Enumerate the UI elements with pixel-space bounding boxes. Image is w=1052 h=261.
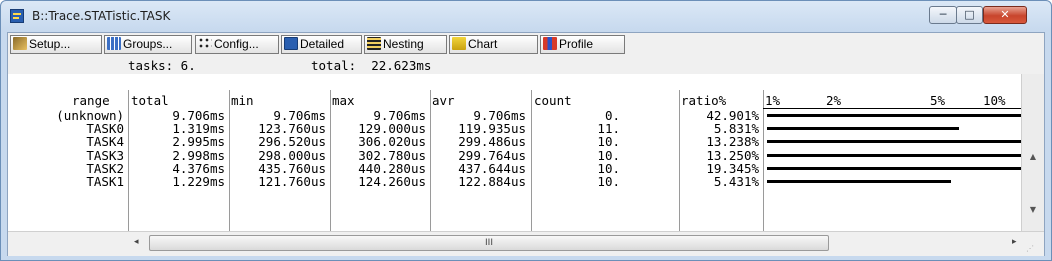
close-icon: ✕: [1000, 8, 1010, 21]
cell-min: 298.000us: [258, 147, 326, 163]
cell-count: 10.: [597, 174, 620, 189]
wrench-icon: [13, 37, 27, 50]
col-avr: avr: [432, 93, 455, 108]
nesting-icon: [367, 37, 381, 50]
groups-label: Groups...: [123, 37, 173, 51]
col-min: min: [231, 93, 254, 108]
ratio-bar: [767, 114, 1021, 117]
horizontal-scrollbar[interactable]: ◂ III ▸: [8, 231, 1044, 256]
minimize-icon: ─: [939, 8, 947, 21]
cell-ratio: 13.238%: [706, 134, 759, 150]
cell-total: 1.229ms: [172, 174, 225, 189]
detailed-button[interactable]: Detailed: [281, 35, 362, 54]
cell-max: 306.020us: [358, 134, 426, 150]
total-time: total: 22.623ms: [311, 58, 432, 73]
scale-1pct: 1%: [765, 93, 781, 108]
window-app-icon: [10, 9, 24, 23]
title-bar[interactable]: B::Trace.STATistic.TASK ─ □ ✕: [1, 1, 1051, 31]
close-button[interactable]: ✕: [983, 6, 1027, 24]
scale-2pct: 2%: [826, 93, 842, 108]
config-button[interactable]: Config...: [195, 35, 279, 54]
cell-max: 302.780us: [358, 147, 426, 163]
scroll-down-icon[interactable]: ▼: [1022, 205, 1044, 221]
profile-button[interactable]: Profile: [540, 35, 625, 54]
cell-count: 10.: [597, 147, 620, 163]
groups-button[interactable]: Groups...: [104, 35, 192, 54]
setup-button[interactable]: Setup...: [10, 35, 102, 54]
statistic-panel: Setup... Groups... Config... Detailed Ne…: [7, 32, 1045, 256]
cell-max: 124.260us: [358, 174, 426, 189]
detailed-label: Detailed: [300, 37, 345, 51]
col-ratio: ratio%: [681, 93, 727, 108]
cell-range: TASK1: [86, 174, 124, 189]
scale-5pct: 5%: [930, 93, 946, 108]
trace-statistic-window: B::Trace.STATistic.TASK ─ □ ✕ Setup... G…: [0, 0, 1052, 261]
cell-ratio: 5.431%: [713, 174, 759, 189]
config-label: Config...: [214, 37, 259, 51]
statistic-table[interactable]: range total min max avr count ratio% 1% …: [8, 74, 1021, 242]
profile-label: Profile: [559, 37, 594, 51]
cell-count: 10.: [597, 134, 620, 150]
col-max: max: [332, 93, 355, 108]
cell-range: TASK3: [86, 147, 124, 163]
vertical-scrollbar[interactable]: ▲ ▼: [1021, 74, 1044, 231]
cell-ratio: 13.250%: [706, 147, 759, 163]
col-range: range: [72, 93, 110, 108]
chart-label: Chart: [468, 37, 498, 51]
col-total: total: [131, 93, 169, 108]
maximize-button[interactable]: □: [956, 6, 983, 24]
summary-line: tasks: 6. total: 22.623ms: [8, 56, 1021, 74]
ratio-bar: [767, 180, 951, 183]
chart-button[interactable]: Chart: [449, 35, 538, 54]
col-divider: [763, 90, 764, 242]
groups-icon: [107, 37, 121, 50]
ratio-bar: [767, 153, 1021, 157]
profile-icon: [543, 37, 557, 50]
ratio-bar: [767, 166, 1021, 170]
cell-min: 121.760us: [258, 174, 326, 189]
minimize-button[interactable]: ─: [929, 6, 957, 24]
ratio-bar: [767, 140, 1021, 144]
chart-icon: [452, 37, 466, 50]
maximize-icon: □: [964, 8, 975, 21]
nesting-label: Nesting: [383, 37, 424, 51]
toolbar: Setup... Groups... Config... Detailed Ne…: [8, 33, 1044, 56]
horizontal-scroll-thumb[interactable]: III: [149, 235, 829, 251]
window-title: B::Trace.STATistic.TASK: [32, 9, 171, 23]
nesting-button[interactable]: Nesting: [364, 35, 447, 54]
cell-total: 2.998ms: [172, 147, 225, 163]
cell-min: 296.520us: [258, 134, 326, 150]
col-count: count: [534, 93, 572, 108]
scroll-left-icon[interactable]: ◂: [134, 237, 139, 247]
ratio-bar: [767, 127, 959, 131]
cell-range: TASK4: [86, 134, 124, 150]
setup-label: Setup...: [29, 37, 71, 51]
tasks-count: tasks: 6.: [128, 58, 196, 73]
resize-grip-icon[interactable]: ⋰: [1026, 244, 1040, 254]
detailed-icon: [284, 37, 298, 50]
scroll-up-icon[interactable]: ▲: [1022, 152, 1044, 168]
scroll-right-icon[interactable]: ▸: [1012, 237, 1017, 247]
config-icon: [198, 37, 212, 50]
cell-total: 2.995ms: [172, 134, 225, 150]
header-rule: [763, 108, 1021, 109]
scale-10pct: 10%: [983, 93, 1006, 108]
